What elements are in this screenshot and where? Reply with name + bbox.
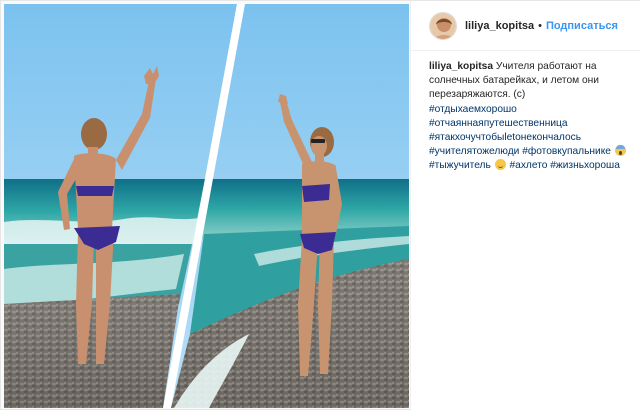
hashtag[interactable]: #ятакхочучтобыletонекончалось [429,132,581,143]
caption-text-1: Учителя работают на [495,61,597,72]
beach-collage-image [4,4,409,408]
hashtag[interactable]: #жизньхороша [550,160,620,171]
post-header: liliya_kopitsa • Подписаться [411,1,640,51]
hashtag[interactable]: #ахлето [510,160,548,171]
caption-username[interactable]: liliya_kopitsa [429,61,493,72]
hashtag[interactable]: #учителятожелюди [429,146,519,157]
smile-emoji-icon [494,159,506,171]
post-username[interactable]: liliya_kopitsa [465,20,534,32]
hashtag[interactable]: #тыжучитель [429,160,491,171]
hashtag[interactable]: #отчаяннаяпутешественница [429,118,568,129]
caption-text-3: перезаряжаются. (с) [429,89,526,101]
post-caption: liliya_kopitsa Учителя работают на солне… [429,60,635,174]
hashtag[interactable]: #фотовкупальнике [522,146,611,157]
caption-text-2: солнечных батарейках, и летом они [429,75,599,87]
separator-dot: • [538,19,542,32]
scream-emoji-icon [614,145,626,157]
post-image[interactable] [4,4,409,408]
post-sidebar: liliya_kopitsa • Подписаться liliya_kopi… [410,1,640,410]
follow-button[interactable]: Подписаться [546,20,618,32]
avatar-icon [430,12,456,39]
avatar[interactable] [429,11,457,40]
post-frame: liliya_kopitsa • Подписаться liliya_kopi… [0,0,640,410]
hashtag[interactable]: #отдыхаемхорошо [429,104,517,115]
